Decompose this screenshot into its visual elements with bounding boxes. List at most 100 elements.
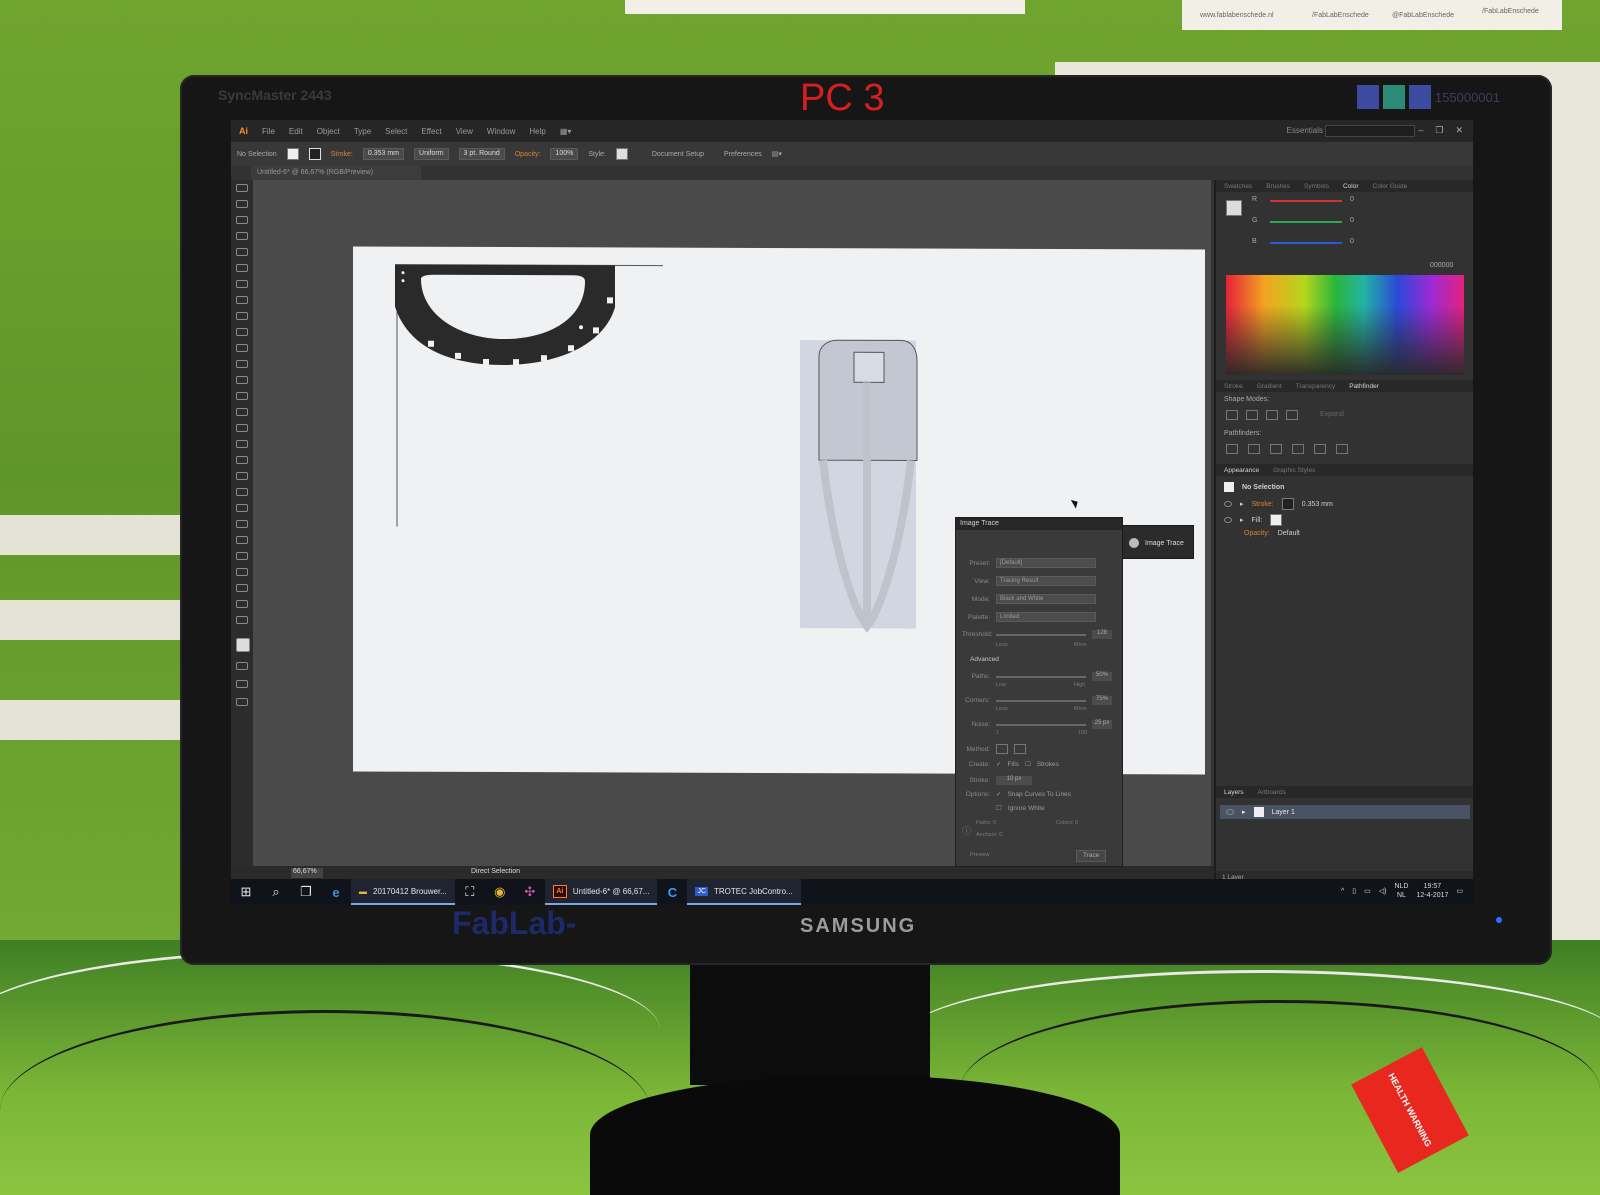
slider-g[interactable] (1270, 221, 1342, 223)
tab-artboards[interactable]: Artboards (1258, 789, 1286, 796)
tab-brushes[interactable]: Brushes (1266, 183, 1290, 190)
cortana-c-icon[interactable]: C (657, 879, 687, 905)
arrange-documents-icon[interactable]: ▤▾ (772, 150, 782, 158)
trim-icon[interactable] (1248, 444, 1260, 454)
eraser-tool-icon[interactable] (236, 360, 248, 368)
network-icon[interactable]: ▭ (1364, 887, 1371, 895)
magic-wand-tool-icon[interactable] (236, 216, 248, 224)
advanced-toggle[interactable]: Advanced (970, 656, 999, 663)
selection-tool-icon[interactable] (236, 184, 248, 192)
slider-b[interactable] (1270, 242, 1342, 244)
minus-front-icon[interactable] (1246, 410, 1258, 420)
menu-select[interactable]: Select (385, 127, 407, 136)
edge-browser-icon[interactable]: e (321, 879, 351, 905)
tab-color-guide[interactable]: Color Guide (1373, 183, 1408, 190)
tab-symbols[interactable]: Symbols (1304, 183, 1329, 190)
stroke-label[interactable]: Stroke: (331, 151, 353, 158)
width-tool-icon[interactable] (236, 408, 248, 416)
threshold-value[interactable]: 128 (1092, 630, 1112, 639)
merge-icon[interactable] (1270, 444, 1282, 454)
appearance-stroke-row[interactable]: ▸ Stroke: 0.353 mm (1224, 498, 1333, 510)
tray-chevron-icon[interactable]: ^ (1341, 888, 1344, 895)
variable-width-profile[interactable]: Uniform (414, 148, 449, 160)
artboard-tool-icon[interactable] (236, 568, 248, 576)
blend-tool-icon[interactable] (236, 520, 248, 528)
fill-row-swatch[interactable] (1270, 514, 1283, 526)
snap-checkbox[interactable]: ✓ (996, 790, 1001, 798)
stroke-row-label[interactable]: Stroke: (1252, 501, 1274, 508)
tab-layers[interactable]: Layers (1224, 789, 1244, 796)
stroke-value[interactable]: 10 px (996, 776, 1032, 785)
visibility-eye-icon[interactable] (1224, 501, 1232, 507)
taskbar-illustrator[interactable]: Ai Untitled-6* @ 66,67... (544, 879, 658, 905)
tab-transparency[interactable]: Transparency (1296, 383, 1336, 390)
shape-builder-tool-icon[interactable] (236, 440, 248, 448)
crop-icon[interactable] (1292, 444, 1304, 454)
intersect-icon[interactable] (1266, 410, 1278, 420)
stroke-row-value[interactable]: 0.353 mm (1302, 501, 1333, 508)
search-stock-input[interactable] (1325, 125, 1415, 137)
fills-checkbox[interactable]: ✓ (996, 760, 1001, 768)
zoom-field[interactable]: 66,67% (291, 868, 323, 878)
tab-swatches[interactable]: Swatches (1224, 183, 1252, 190)
zoom-tool-icon[interactable] (236, 616, 248, 624)
image-trace-popout-label[interactable]: Image Trace (1145, 540, 1184, 547)
paths-value[interactable]: 50% (1092, 672, 1112, 681)
tab-gradient[interactable]: Gradient (1257, 383, 1282, 390)
menu-effect[interactable]: Effect (421, 127, 441, 136)
noise-slider[interactable] (996, 723, 1086, 726)
taskbar-file-explorer[interactable]: ▬ 20170412 Brouwer... (351, 879, 455, 905)
noise-value[interactable]: 25 px (1092, 720, 1112, 729)
slack-icon[interactable]: ✣ (515, 879, 545, 905)
task-view-icon[interactable]: ❐ (291, 879, 321, 905)
tab-appearance[interactable]: Appearance (1224, 467, 1259, 474)
paintbrush-tool-icon[interactable] (236, 312, 248, 320)
slider-r[interactable] (1270, 200, 1342, 202)
opacity-row-value[interactable]: Default (1278, 530, 1300, 537)
tab-stroke[interactable]: Stroke (1224, 383, 1243, 390)
menu-edit[interactable]: Edit (289, 127, 303, 136)
fill-row-label[interactable]: Fill: (1252, 517, 1263, 524)
fill-stroke-icon[interactable] (236, 638, 250, 652)
opacity-row-label[interactable]: Opacity: (1244, 530, 1270, 537)
search-icon[interactable]: ⌕ (261, 879, 291, 905)
expand-button[interactable]: Expand (1320, 411, 1344, 418)
eyedropper-tool-icon[interactable] (236, 504, 248, 512)
preset-select[interactable]: [Default] (996, 558, 1096, 568)
color-spectrum[interactable] (1226, 275, 1464, 375)
graphic-style-swatch[interactable] (615, 148, 628, 160)
stroke-swatch[interactable] (308, 148, 321, 160)
preferences-button[interactable]: Preferences (724, 151, 762, 158)
image-trace-title[interactable]: Image Trace (956, 518, 1122, 530)
close-icon[interactable]: ✕ (1455, 125, 1463, 136)
free-transform-tool-icon[interactable] (236, 424, 248, 432)
menu-window[interactable]: Window (487, 127, 515, 136)
workspace-switcher-icon[interactable]: ▦▾ (560, 127, 572, 136)
preview-checkbox[interactable]: Preview (970, 852, 990, 858)
unite-icon[interactable] (1226, 410, 1238, 420)
document-tab[interactable]: Untitled-6* @ 66,67% (RGB/Preview) (251, 166, 421, 180)
tab-pathfinder[interactable]: Pathfinder (1349, 383, 1379, 390)
perspective-grid-tool-icon[interactable] (236, 456, 248, 464)
layer-item[interactable]: ▸ Layer 1 (1220, 805, 1470, 819)
divide-icon[interactable] (1226, 444, 1238, 454)
menu-view[interactable]: View (456, 127, 473, 136)
brush-definition[interactable]: 3 pt. Round (458, 148, 505, 160)
mode-select[interactable]: Black and White (996, 594, 1096, 604)
line-tool-icon[interactable] (236, 280, 248, 288)
tab-graphic-styles[interactable]: Graphic Styles (1273, 467, 1315, 474)
visibility-eye-icon[interactable] (1224, 517, 1232, 523)
mesh-tool-icon[interactable] (236, 472, 248, 480)
maximize-icon[interactable]: ❐ (1435, 125, 1443, 136)
tab-color[interactable]: Color (1343, 183, 1359, 190)
menu-help[interactable]: Help (529, 127, 545, 136)
taskbar-trotec[interactable]: JC TROTEC JobContro... (687, 879, 801, 905)
corners-value[interactable]: 75% (1092, 696, 1112, 705)
current-tool-status[interactable]: Direct Selection (471, 868, 520, 875)
outline-icon[interactable] (1314, 444, 1326, 454)
image-trace-popout[interactable]: Image Trace (1122, 525, 1194, 559)
layer-name[interactable]: Layer 1 (1272, 809, 1295, 816)
stroke-weight-field[interactable]: 0.353 mm (362, 148, 405, 160)
appearance-opacity-row[interactable]: Opacity: Default (1224, 530, 1300, 537)
expand-triangle-icon[interactable]: ▸ (1240, 516, 1244, 524)
